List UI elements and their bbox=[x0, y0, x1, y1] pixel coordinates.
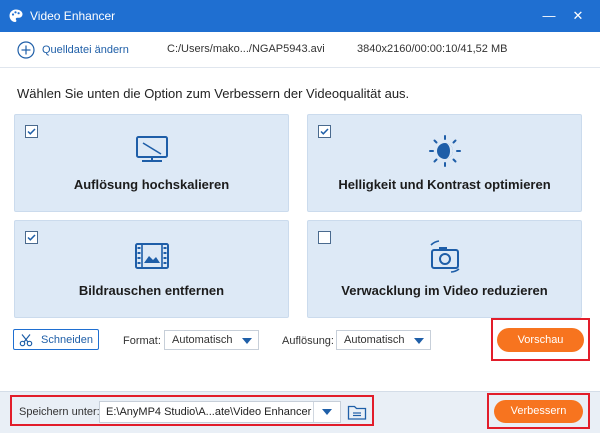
option-remove-noise[interactable]: Bildrauschen entfernen bbox=[14, 220, 289, 318]
save-label: Speichern unter: bbox=[19, 406, 100, 418]
option-brightness-contrast[interactable]: Helligkeit und Kontrast optimieren bbox=[307, 114, 582, 212]
film-noise-icon bbox=[134, 243, 169, 269]
brightness-checkbox[interactable] bbox=[318, 125, 331, 138]
brightness-icon bbox=[428, 135, 461, 167]
noise-label: Bildrauschen entfernen bbox=[78, 283, 225, 298]
upscale-checkbox[interactable] bbox=[25, 125, 38, 138]
instruction-text: Wählen Sie unten die Option zum Verbesse… bbox=[17, 86, 410, 101]
minimize-button[interactable]: — bbox=[539, 6, 559, 26]
format-label: Format: bbox=[123, 335, 161, 347]
camera-shake-icon bbox=[429, 240, 459, 273]
checkmark-icon bbox=[320, 128, 329, 135]
shake-label: Verwacklung im Video reduzieren bbox=[341, 283, 548, 298]
noise-checkbox[interactable] bbox=[25, 231, 38, 244]
close-button[interactable]: ✕ bbox=[568, 6, 588, 26]
preview-button[interactable]: Vorschau bbox=[497, 328, 584, 352]
resolution-select[interactable]: Automatisch bbox=[336, 330, 431, 350]
chevron-down-icon bbox=[242, 338, 252, 344]
checkmark-icon bbox=[27, 234, 36, 241]
palette-icon bbox=[9, 9, 23, 22]
format-value: Automatisch bbox=[172, 334, 233, 346]
open-folder-button[interactable] bbox=[347, 403, 367, 421]
resolution-label: Auflösung: bbox=[282, 335, 334, 347]
save-path-dropdown[interactable] bbox=[313, 402, 340, 422]
save-path-field[interactable]: E:\AnyMP4 Studio\A...ate\Video Enhancer bbox=[99, 401, 341, 423]
option-upscale-resolution[interactable]: Auflösung hochskalieren bbox=[14, 114, 289, 212]
upscale-label: Auflösung hochskalieren bbox=[73, 177, 230, 192]
checkmark-icon bbox=[27, 128, 36, 135]
cut-button[interactable]: Schneiden bbox=[13, 329, 99, 350]
change-source-label: Quelldatei ändern bbox=[42, 44, 129, 56]
chevron-down-icon bbox=[322, 409, 332, 415]
monitor-upscale-icon bbox=[135, 136, 168, 162]
window-title: Video Enhancer bbox=[30, 9, 116, 23]
enhance-button[interactable]: Verbessern bbox=[494, 400, 583, 423]
shake-checkbox[interactable] bbox=[318, 231, 331, 244]
cut-label: Schneiden bbox=[41, 333, 93, 346]
add-circle-icon bbox=[17, 41, 35, 59]
brightness-label: Helligkeit und Kontrast optimieren bbox=[338, 177, 551, 192]
source-file-info: 3840x2160/00:00:10/41,52 MB bbox=[357, 43, 508, 55]
change-source-button[interactable]: Quelldatei ändern bbox=[17, 38, 129, 62]
format-select[interactable]: Automatisch bbox=[164, 330, 259, 350]
chevron-down-icon bbox=[414, 338, 424, 344]
source-path: C:/Users/mako.../NGAP5943.avi bbox=[167, 43, 325, 55]
scissors-icon bbox=[19, 333, 33, 346]
resolution-value: Automatisch bbox=[344, 334, 405, 346]
option-reduce-shake[interactable]: Verwacklung im Video reduzieren bbox=[307, 220, 582, 318]
title-bar: Video Enhancer — ✕ bbox=[0, 0, 600, 32]
